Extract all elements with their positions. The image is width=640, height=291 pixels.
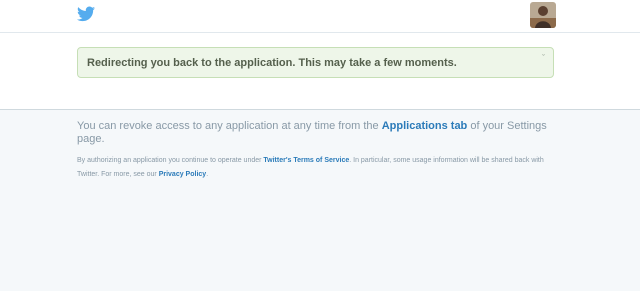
- terms-of-service-link[interactable]: Twitter's Terms of Service: [263, 157, 349, 164]
- redirect-notice: Redirecting you back to the application.…: [77, 47, 554, 78]
- top-bar: [0, 0, 640, 33]
- footer-info: You can revoke access to any application…: [0, 110, 640, 291]
- revoke-text-before: You can revoke access to any application…: [77, 120, 382, 132]
- revoke-access-text: You can revoke access to any application…: [77, 120, 557, 146]
- user-avatar[interactable]: [530, 2, 556, 28]
- privacy-policy-link[interactable]: Privacy Policy: [159, 171, 206, 178]
- tos-text-before: By authorizing an application you contin…: [77, 157, 264, 164]
- applications-tab-link[interactable]: Applications tab: [382, 120, 468, 132]
- terms-notice: By authorizing an application you contin…: [77, 154, 557, 182]
- redirect-message: Redirecting you back to the application.…: [87, 57, 457, 69]
- main-content: Redirecting you back to the application.…: [0, 33, 640, 110]
- twitter-bird-icon[interactable]: [77, 6, 95, 22]
- avatar-image: [530, 2, 556, 28]
- tos-text-after: .: [206, 171, 209, 178]
- dismiss-icon[interactable]: ˇ: [542, 53, 545, 63]
